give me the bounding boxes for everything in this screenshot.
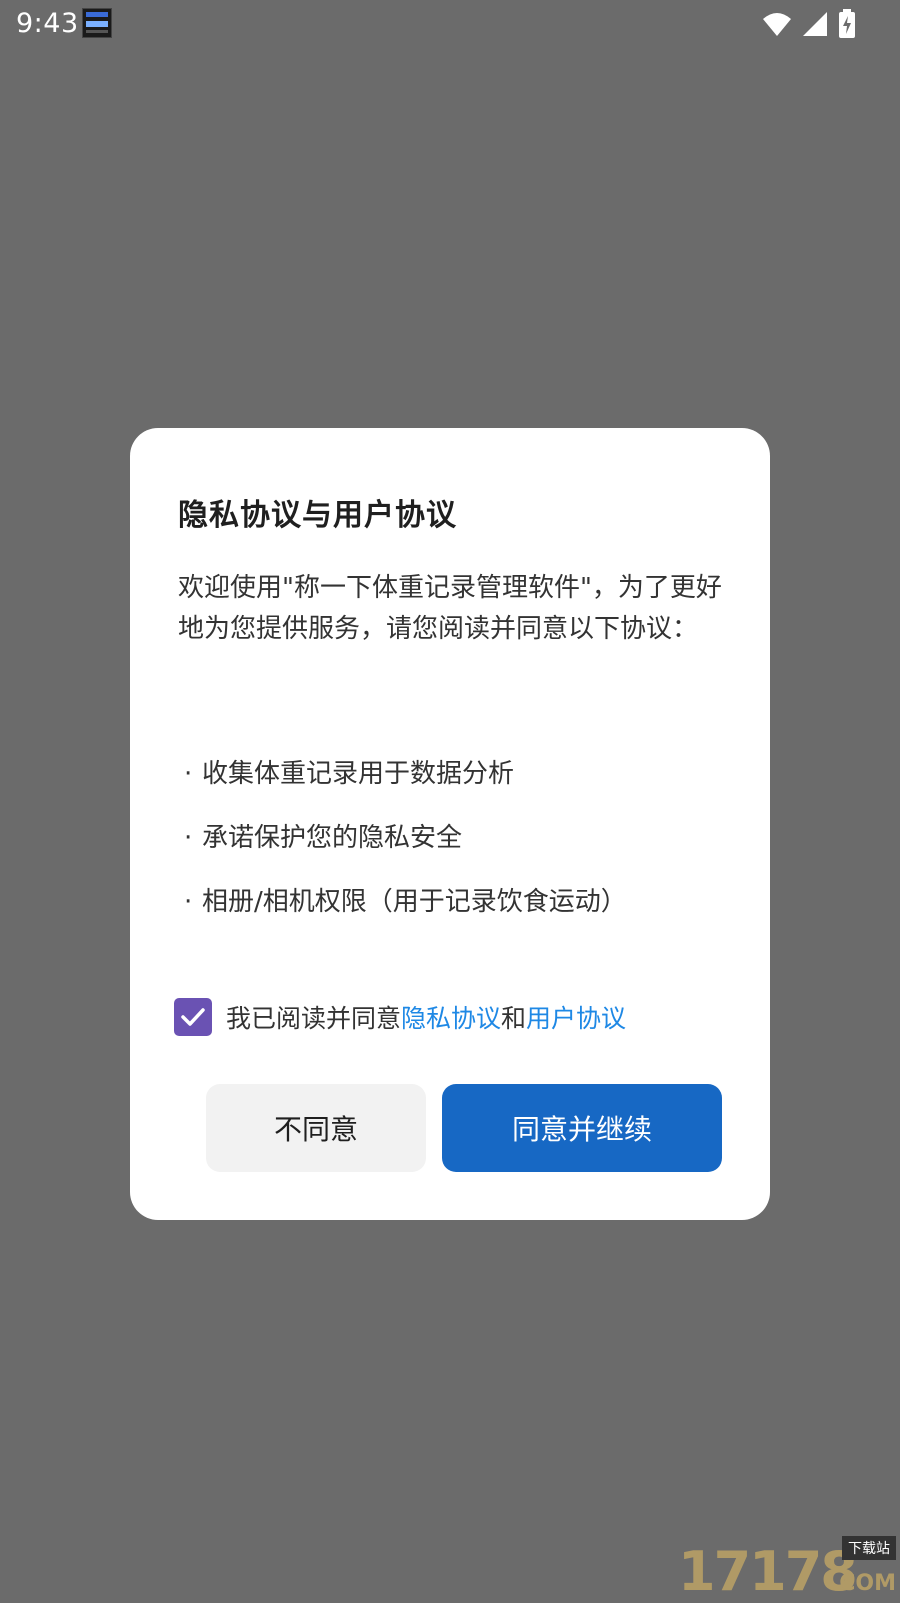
cellular-signal-icon: [803, 12, 827, 36]
user-agreement-link[interactable]: 用户协议: [526, 1004, 626, 1033]
bullet-dot: ·: [184, 887, 193, 917]
status-icons: [762, 8, 856, 40]
agree-checkbox[interactable]: [174, 998, 212, 1036]
agreement-row: 我已阅读并同意隐私协议和用户协议: [174, 996, 626, 1038]
list-item-text: 相册/相机权限（用于记录饮食运动）: [202, 887, 627, 917]
dialog-intro-text: 欢迎使用"称一下体重记录管理软件"，为了更好地为您提供服务，请您阅读并同意以下协…: [178, 573, 722, 644]
watermark-number: 17178: [678, 1540, 858, 1603]
status-time: 9:43: [16, 8, 79, 39]
list-item: · 收集体重记录用于数据分析: [184, 754, 744, 818]
list-item-text: 承诺保护您的隐私安全: [202, 823, 463, 853]
check-icon: [181, 1008, 205, 1026]
watermark-tag: 下载站: [842, 1536, 896, 1560]
privacy-policy-link[interactable]: 隐私协议: [401, 1004, 501, 1033]
wifi-icon: [763, 13, 791, 36]
agreement-prefix: 我已阅读并同意: [226, 1004, 402, 1033]
notification-app-icon: [82, 8, 112, 38]
agreement-text: 我已阅读并同意隐私协议和用户协议: [226, 999, 626, 1035]
site-watermark: 17178 下载站 .COM: [674, 1534, 900, 1603]
privacy-dialog: 隐私协议与用户协议 欢迎使用"称一下体重记录管理软件"，为了更好地为您提供服务，…: [130, 428, 770, 1220]
bullet-dot: ·: [184, 759, 193, 789]
bullet-dot: ·: [184, 823, 193, 853]
list-item: · 相册/相机权限（用于记录饮食运动）: [184, 882, 744, 946]
list-item-text: 收集体重记录用于数据分析: [202, 759, 515, 789]
status-bar: 9:43: [0, 0, 900, 48]
list-item: · 承诺保护您的隐私安全: [184, 818, 744, 882]
battery-charging-icon: [839, 9, 855, 38]
agreement-conjunction: 和: [501, 1004, 527, 1033]
watermark-suffix: .COM: [830, 1571, 896, 1596]
permission-list: · 收集体重记录用于数据分析 · 承诺保护您的隐私安全 · 相册/相机权限（用于记录饮…: [184, 754, 744, 946]
dialog-title: 隐私协议与用户协议: [178, 498, 457, 533]
accept-continue-button[interactable]: 同意并继续: [442, 1084, 722, 1172]
decline-button[interactable]: 不同意: [206, 1084, 426, 1172]
